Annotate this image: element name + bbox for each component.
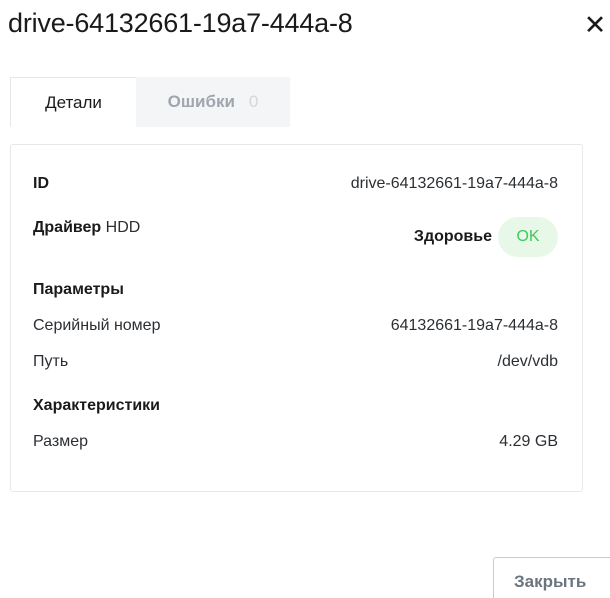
path-label: Путь [33,353,69,370]
driver-value: HDD [105,219,141,236]
id-label: ID [33,175,49,192]
driver-text: Драйвер HDD [33,219,140,237]
health-status-badge: OK [498,217,558,257]
serial-value: 64132661-19a7-444a-8 [390,317,558,334]
path-row: Путь /dev/vdb [33,353,558,371]
tab-errors[interactable]: Ошибки 0 [136,77,290,127]
tab-errors-count: 0 [248,92,259,111]
close-icon[interactable]: ✕ [583,10,607,40]
id-row: ID drive-64132661-19a7-444a-8 [33,175,558,193]
details-card: ID drive-64132661-19a7-444a-8 Драйвер HD… [10,144,583,492]
characteristics-heading: Характеристики [33,397,161,414]
dialog-title: drive-64132661-19a7-444a-8 [8,8,353,38]
path-value: /dev/vdb [497,353,558,370]
id-value: drive-64132661-19a7-444a-8 [350,175,558,192]
serial-row: Серийный номер 64132661-19a7-444a-8 [33,317,558,335]
tab-details[interactable]: Детали [10,77,136,127]
serial-label: Серийный номер [33,317,161,334]
parameters-heading: Параметры [33,281,124,298]
driver-label: Драйвер [33,219,102,236]
tab-errors-label: Ошибки [167,92,235,111]
health-status: Здоровье OK [414,217,558,257]
drive-details-dialog: drive-64132661-19a7-444a-8 ✕ Детали Ошиб… [0,0,610,598]
size-row: Размер 4.29 GB [33,433,558,451]
health-label: Здоровье [413,228,492,245]
driver-row: Драйвер HDD [33,219,140,237]
size-label: Размер [33,433,88,450]
tab-bar: Детали Ошибки 0 [10,77,290,127]
tab-details-label: Детали [45,92,102,112]
close-button[interactable]: Закрыть [493,557,610,598]
size-value: 4.29 GB [499,433,558,450]
